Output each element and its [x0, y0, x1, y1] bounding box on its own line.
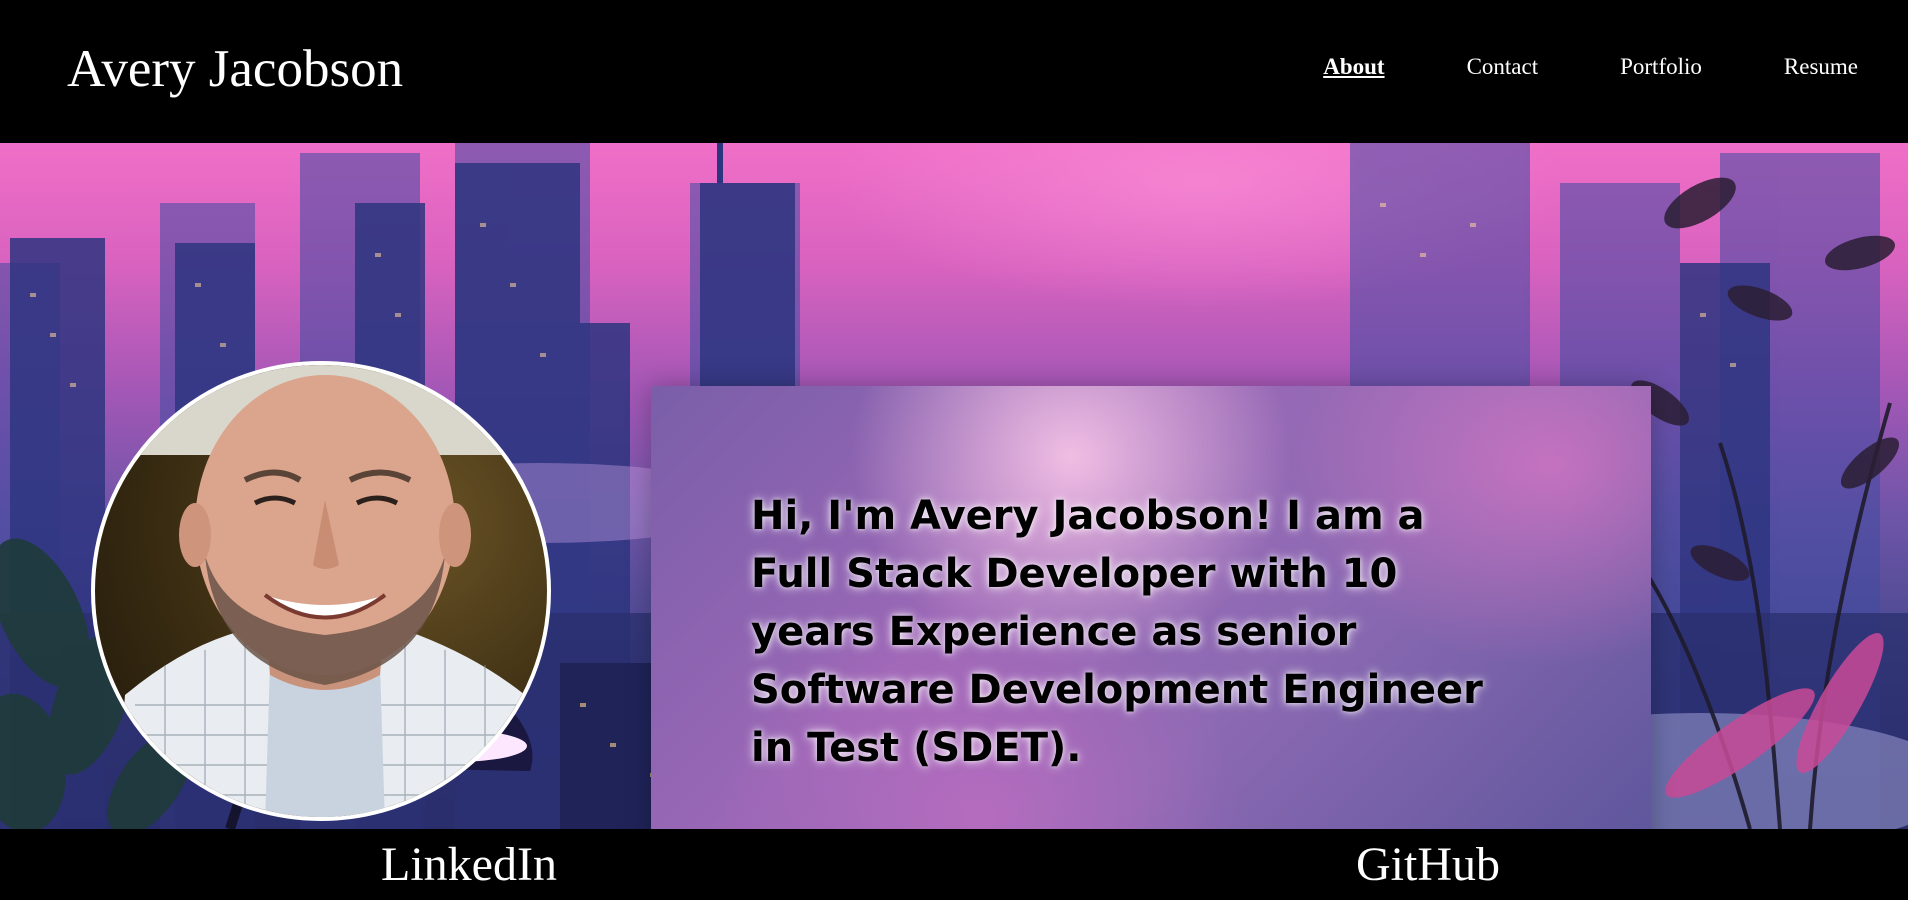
site-header: Avery Jacobson About Contact Portfolio R…	[0, 0, 1908, 143]
nav-link-about[interactable]: About	[1323, 52, 1384, 82]
linkedin-link[interactable]: LinkedIn	[381, 837, 557, 893]
github-link[interactable]: GitHub	[1356, 837, 1500, 893]
nav-link-resume[interactable]: Resume	[1784, 52, 1858, 82]
profile-portrait-image	[95, 365, 547, 817]
intro-text: Hi, I'm Avery Jacobson! I am a Full Stac…	[751, 493, 1483, 771]
nav-link-portfolio[interactable]: Portfolio	[1620, 52, 1702, 82]
hero-section: Hi, I'm Avery Jacobson! I am a Full Stac…	[0, 143, 1908, 829]
intro-card: Hi, I'm Avery Jacobson! I am a Full Stac…	[651, 386, 1651, 829]
main-nav: About Contact Portfolio Resume	[1323, 52, 1858, 82]
profile-photo	[91, 361, 551, 821]
site-brand[interactable]: Avery Jacobson	[67, 36, 403, 102]
site-footer: LinkedIn GitHub	[0, 829, 1908, 900]
nav-link-contact[interactable]: Contact	[1467, 52, 1539, 82]
